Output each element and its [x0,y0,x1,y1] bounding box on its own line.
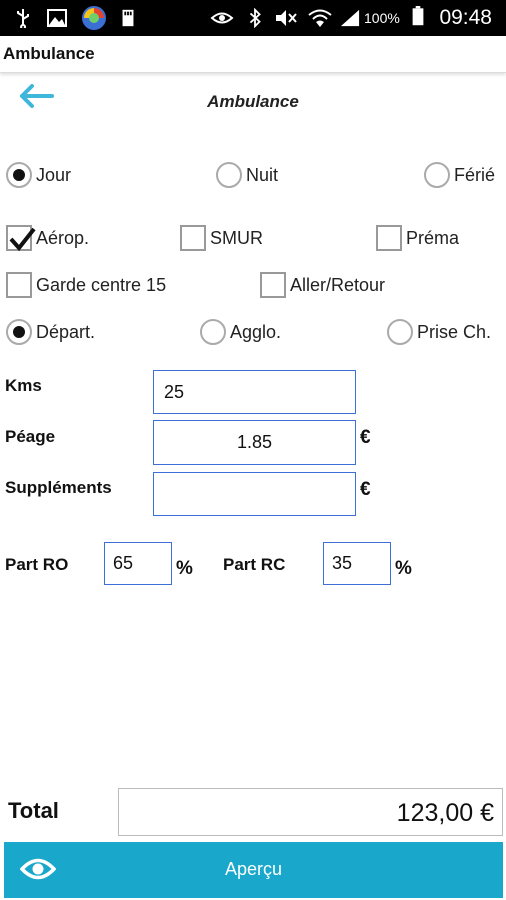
preview-button[interactable]: Aperçu [4,842,503,898]
radio-selected-indicator[interactable] [6,319,32,345]
total-label: Total [8,798,59,823]
radio-indicator[interactable] [200,319,226,345]
kms-label: Kms [5,376,42,395]
checkbox-indicator[interactable] [6,272,32,298]
part-rc-unit: % [395,558,412,579]
radio-depart-label: Départ. [36,321,96,342]
usb-icon [17,9,29,28]
preview-button-label: Aperçu [224,859,283,879]
status-time: 09:48 [439,6,492,29]
radio-prise-ch[interactable]: Prise Ch. [387,319,491,345]
radio-agglo-label: Agglo. [230,321,282,342]
supplements-label: Suppléments [5,478,112,497]
status-bar: 100% 09:48 [0,0,506,36]
checkbox-aller-retour-label: Aller/Retour [290,274,386,295]
battery-icon [412,6,424,26]
checkbox-checked-indicator[interactable] [6,225,36,252]
radio-prise-ch-label: Prise Ch. [417,321,492,342]
peage-unit: € [360,427,371,448]
part-ro-unit: % [176,558,193,579]
action-bar: Ambulance [0,36,506,73]
checkbox-indicator[interactable] [376,225,402,251]
part-rc-input[interactable] [323,542,391,585]
checkbox-smur-label: SMUR [210,227,263,248]
checkbox-smur[interactable]: SMUR [180,225,263,251]
radio-indicator[interactable] [387,319,413,345]
eye-icon [210,12,234,24]
radio-nuit-label: Nuit [246,164,279,185]
battery-percent: 100% [364,10,400,26]
radio-depart[interactable]: Départ. [6,319,95,345]
checkbox-garde-centre-15[interactable]: Garde centre 15 [6,272,166,298]
peage-label: Péage [5,427,56,446]
kms-input[interactable] [153,370,356,414]
checkbox-prema-label: Préma [406,227,460,248]
checkbox-garde-label: Garde centre 15 [36,274,167,295]
radio-ferie-label: Férié [454,164,496,185]
radio-ferie[interactable]: Férié [424,162,495,188]
checkbox-aller-retour[interactable]: Aller/Retour [260,272,385,298]
checkmark-icon [9,227,36,252]
screen-title: Ambulance [207,92,299,111]
radio-indicator[interactable] [216,162,242,188]
radio-jour[interactable]: Jour [6,162,71,188]
part-ro-input[interactable] [104,542,172,585]
radio-jour-label: Jour [36,164,72,185]
image-icon [47,9,67,27]
browser-icon [82,6,106,30]
wifi-icon [308,9,332,27]
supplements-unit: € [360,479,371,500]
checkbox-indicator[interactable] [180,225,206,251]
bluetooth-icon [249,8,261,28]
supplements-input[interactable] [153,472,356,516]
peage-input[interactable] [153,420,356,465]
radio-selected-indicator[interactable] [6,162,32,188]
sd-card-icon [122,9,134,27]
radio-indicator[interactable] [424,162,450,188]
app-title: Ambulance [3,44,95,63]
radio-agglo[interactable]: Agglo. [200,319,281,345]
checkbox-aerop-label: Aérop. [36,227,90,248]
part-rc-label: Part RC [223,555,286,574]
part-ro-label: Part RO [5,555,69,574]
checkbox-prema[interactable]: Préma [376,225,459,251]
checkbox-aerop[interactable]: Aérop. [6,225,90,252]
total-value: 123,00 € [118,788,503,836]
radio-nuit[interactable]: Nuit [216,162,278,188]
mute-icon [276,10,297,26]
signal-icon [340,9,360,27]
checkbox-indicator[interactable] [260,272,286,298]
